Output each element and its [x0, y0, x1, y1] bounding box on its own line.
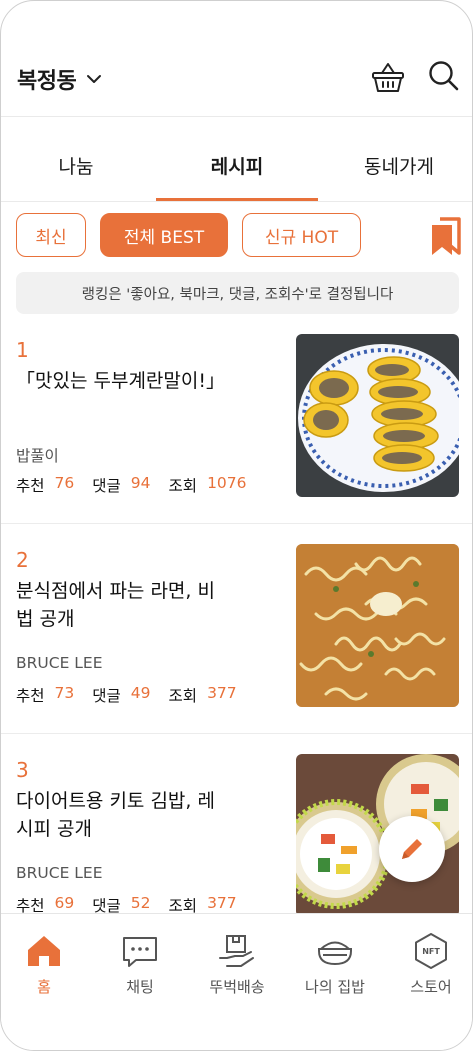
tab-recipe[interactable]: 레시피: [211, 152, 263, 179]
ramen-photo[interactable]: [296, 544, 459, 707]
view-label: 조회: [168, 477, 198, 495]
recipe-title: 「맛있는 두부계란말이!」: [16, 370, 225, 392]
view-count: 1076: [207, 474, 247, 492]
nav-label: 홈: [37, 978, 51, 996]
view-label: 조회: [168, 687, 198, 705]
location-selector[interactable]: 복정동: [17, 63, 102, 95]
bottom-navigation: 홈 채팅 뚜벅배송 나의 집밥 NFT 스토어: [1, 913, 472, 1050]
recipe-item[interactable]: 1 「맛있는 두부계란말이!」 밥풀이 추천 76 댓글 94 조회 1076: [1, 314, 472, 524]
recipe-author: BRUCE LEE: [16, 654, 103, 672]
recommend-label: 추천: [16, 477, 45, 495]
recommend-label: 추천: [16, 687, 45, 705]
filter-latest[interactable]: 최신: [16, 213, 86, 257]
category-tabs: 나눔 레시피 동네가게: [1, 118, 472, 202]
location-label: 복정동: [17, 69, 77, 94]
basket-icon[interactable]: [370, 59, 406, 95]
nft-store-icon: NFT: [415, 933, 447, 969]
nav-label: 스토어: [410, 978, 452, 996]
top-header: 복정동: [1, 41, 472, 117]
tab-local-store[interactable]: 동네가게: [364, 152, 434, 179]
rank-number: 2: [16, 548, 29, 572]
recipe-title: 분식점에서 파는 라면, 비법 공개: [16, 580, 215, 630]
pencil-icon: [402, 839, 422, 859]
home-icon: [28, 936, 60, 966]
comment-count: 94: [130, 474, 151, 492]
active-tab-indicator: [156, 198, 318, 201]
chevron-down-icon: [87, 75, 102, 83]
ranking-notice: 랭킹은 '좋아요, 북마크, 댓글, 조회수'로 결정됩니다: [16, 272, 459, 314]
search-icon[interactable]: [428, 60, 460, 92]
nav-delivery[interactable]: 뚜벅배송: [197, 932, 277, 997]
recommend-count: 76: [54, 474, 75, 492]
recipe-author: BRUCE LEE: [16, 864, 103, 882]
nav-label: 채팅: [126, 978, 154, 996]
nav-store[interactable]: NFT 스토어: [391, 932, 471, 997]
recipe-author: 밥풀이: [16, 447, 59, 465]
view-count: 377: [207, 684, 237, 702]
delivery-box-icon: [219, 935, 254, 967]
rank-number: 1: [16, 338, 29, 362]
write-recipe-button[interactable]: [379, 816, 445, 882]
tab-share[interactable]: 나눔: [59, 152, 94, 179]
nav-my-homemeal[interactable]: 나의 집밥: [295, 932, 375, 997]
filter-best[interactable]: 전체 BEST: [100, 213, 228, 257]
comment-label: 댓글: [92, 687, 121, 705]
tofu-egg-roll-photo[interactable]: [296, 334, 459, 497]
nav-chat[interactable]: 채팅: [100, 932, 180, 997]
rank-number: 3: [16, 758, 29, 782]
recommend-count: 73: [54, 684, 75, 702]
comment-label: 댓글: [92, 477, 121, 495]
recipe-stats: 추천 76 댓글 94 조회 1076: [16, 474, 265, 496]
filter-hot[interactable]: 신규 HOT: [242, 213, 361, 257]
chat-icon: [123, 937, 157, 967]
comment-count: 49: [130, 684, 151, 702]
recipe-stats: 추천 73 댓글 49 조회 377: [16, 684, 255, 706]
bookmark-icon[interactable]: [430, 217, 462, 257]
rice-bowl-icon: [318, 941, 352, 966]
recipe-title: 다이어트용 키토 김밥, 레시피 공개: [16, 790, 215, 840]
recipe-item[interactable]: 2 분식점에서 파는 라면, 비법 공개 BRUCE LEE 추천 73 댓글 …: [1, 524, 472, 734]
nav-home[interactable]: 홈: [4, 932, 84, 997]
app-frame: 복정동 나눔 레시피 동네가게 최신 전체 BEST 신규 HOT 랭킹은 '좋…: [0, 0, 473, 1051]
nft-badge-text: NFT: [422, 947, 440, 956]
nav-label: 나의 집밥: [305, 978, 365, 996]
nav-label: 뚜벅배송: [209, 978, 265, 996]
